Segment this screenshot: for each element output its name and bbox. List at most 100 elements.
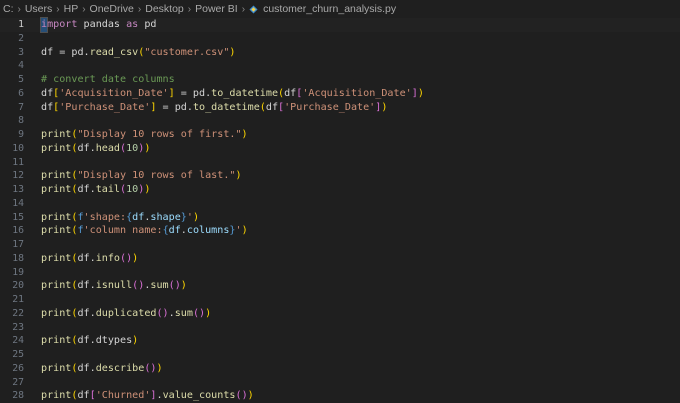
code-text: print(df.isnull().sum()) [41,279,187,293]
code-text: print("Display 10 rows of last.") [41,169,242,183]
code-token: 'Purchase_Date' [284,101,376,113]
breadcrumb-item-hp[interactable]: HP [64,3,79,15]
code-line[interactable]: 23 [0,321,680,335]
code-line[interactable]: 12 print("Display 10 rows of last.") [0,169,680,183]
code-line[interactable]: 19 [0,266,680,280]
code-editor[interactable]: 1 import pandas as pd 2 3 df = pd.read_csv("… [0,17,680,403]
code-line[interactable]: 4 [0,59,680,73]
code-token: df [77,390,90,402]
code-text: df['Acquisition_Date'] = pd.to_datetime(… [41,87,424,101]
code-line[interactable]: 27 [0,376,680,390]
code-token: 'column name: [83,225,163,237]
code-token: tail [95,184,121,195]
line-number: 21 [12,294,24,305]
code-line[interactable]: 18 print(df.info()) [0,252,680,266]
code-line[interactable]: 7 df['Purchase_Date'] = pd.to_datetime(df… [0,101,680,115]
code-token: df.dtypes [77,335,133,347]
code-token: "Display 10 rows of first." [77,129,242,140]
code-token: () [132,280,145,292]
line-number: 26 [12,362,24,374]
code-token: info [95,252,121,264]
python-file-icon [249,4,258,14]
breadcrumb: C: › Users › HP › OneDrive › Desktop › Power … [0,0,680,18]
chevron-right-icon: › [56,3,60,15]
code-token: df [168,225,181,237]
code-token: sum [150,280,169,292]
code-token: duplicated [95,307,157,319]
line-number: 6 [18,87,24,99]
code-line[interactable]: 5 # convert date columns [0,73,680,87]
code-token: pandas [77,19,127,30]
code-token: print [41,225,72,237]
breadcrumb-item-powerbi[interactable]: Power BI [195,3,238,15]
breadcrumb-item-drive[interactable]: C: [3,3,14,15]
code-token: ) [247,390,254,402]
code-line[interactable]: 3 df = pd.read_csv("customer.csv") [0,46,680,60]
code-token: 10 [126,184,139,195]
code-line[interactable]: 9 print("Display 10 rows of first.") [0,128,680,142]
code-token: df [284,87,297,99]
code-line[interactable]: 6 df['Acquisition_Date'] = pd.to_datetime… [0,87,680,101]
line-number: 10 [12,142,24,154]
line-number: 20 [12,280,24,292]
code-token: () [120,252,133,264]
code-line[interactable]: 2 [0,32,680,46]
code-line[interactable]: 16 print(f'column name:{df.columns}') [0,224,680,238]
code-token: describe [95,362,145,374]
breadcrumb-item-onedrive[interactable]: OneDrive [90,3,134,15]
code-token: to_datetime [211,87,279,99]
code-line[interactable]: 8 [0,114,680,128]
line-number: 25 [12,349,24,360]
line-number: 5 [18,74,24,85]
code-line[interactable]: 25 [0,348,680,362]
code-text: print(f'shape:{df.shape}') [41,211,199,225]
code-token: ) [235,170,242,182]
code-token: df [41,101,54,113]
code-token: ) [417,87,424,99]
code-line[interactable]: 28 print(df['Churned'].value_counts()) [0,389,680,403]
code-token: df. [77,252,96,264]
code-token: df. [77,280,96,292]
code-token: value_counts [162,390,236,402]
code-token: df. [77,362,96,374]
code-token: print [41,390,72,402]
code-token: ) [241,225,248,237]
line-number: 13 [12,184,24,195]
code-line[interactable]: 17 [0,238,680,252]
code-token: shape [150,211,181,223]
code-line[interactable]: 22 print(df.duplicated().sum()) [0,307,680,321]
code-token: 'Acquisition_Date' [302,87,412,99]
code-text: # convert date columns [41,73,175,87]
line-number: 1 [18,19,24,30]
code-text: print(df.dtypes) [41,334,138,348]
code-line[interactable]: 14 [0,197,680,211]
code-line[interactable]: 1 import pandas as pd [0,17,680,33]
code-token: () [168,280,181,292]
code-token: () [235,390,248,402]
breadcrumb-item-users[interactable]: Users [25,3,52,15]
code-text: print(df.describe()) [41,362,163,376]
code-token: df [265,101,279,113]
code-line[interactable]: 21 [0,293,680,307]
code-token: 'Churned' [95,390,151,402]
code-token: print [41,211,72,223]
code-line[interactable]: 24 print(df.dtypes) [0,334,680,348]
code-token: print [41,307,72,319]
breadcrumb-file[interactable]: customer_churn_analysis.py [263,3,396,15]
code-line[interactable]: 13 print(df.tail(10)) [0,183,680,197]
code-token: read_csv [89,46,139,58]
code-line[interactable]: 26 print(df.describe()) [0,362,680,376]
code-token: # convert date columns [41,74,175,85]
code-line[interactable]: 11 [0,156,680,170]
code-token: print [41,184,72,195]
code-token: ) [180,280,187,292]
code-token: sum [174,307,193,319]
code-token: df [132,211,145,223]
breadcrumb-item-desktop[interactable]: Desktop [145,3,184,15]
code-token: mport [47,19,78,30]
code-line[interactable]: 20 print(df.isnull().sum()) [0,279,680,293]
code-line[interactable]: 10 print(df.head(10)) [0,142,680,156]
code-token: () [144,362,157,374]
code-line[interactable]: 15 print(f'shape:{df.shape}') [0,211,680,225]
code-token: "customer.csv" [144,46,230,58]
